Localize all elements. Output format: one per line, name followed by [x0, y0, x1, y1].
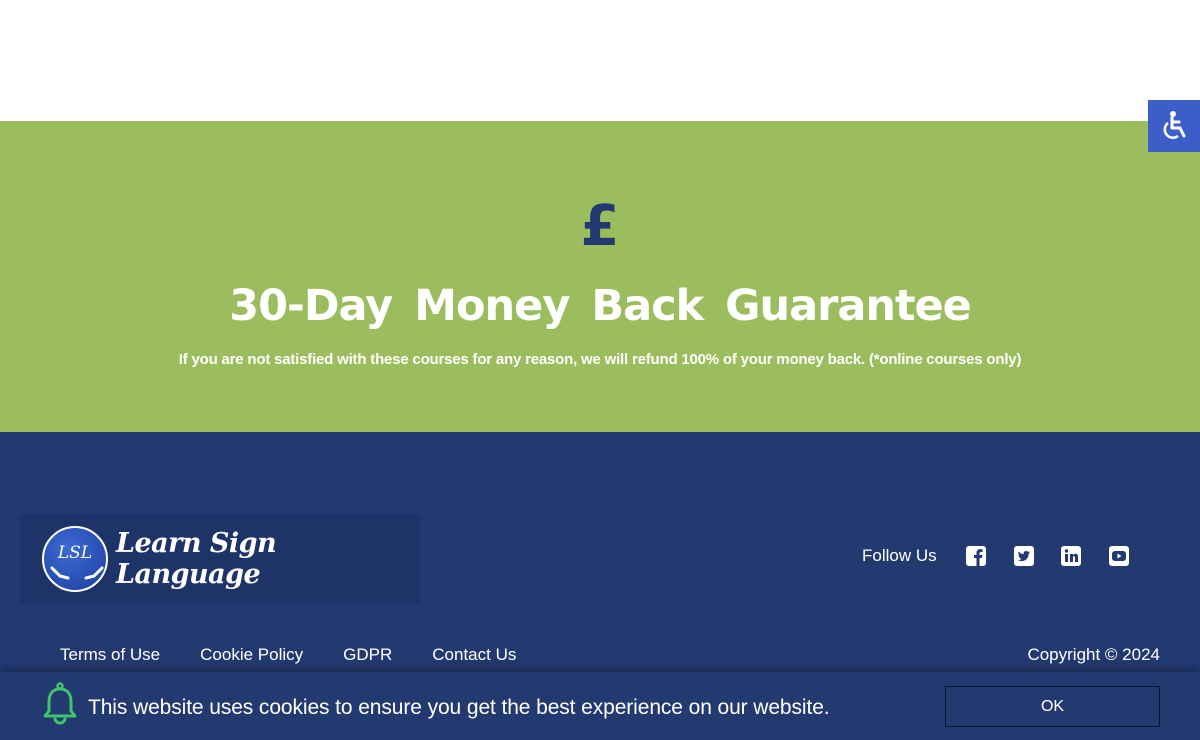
logo-badge-text: LSL [57, 543, 93, 563]
wheelchair-icon [1163, 111, 1186, 139]
copyright-text: Copyright © 2024 [1027, 645, 1160, 664]
cookie-consent-bar: This website uses cookies to ensure you … [0, 672, 1200, 740]
logo-badge: LSL [42, 526, 108, 592]
top-blank-area [0, 0, 1200, 121]
cookie-message: This website uses cookies to ensure you … [88, 696, 830, 719]
footer-links: Terms of Use Cookie Policy GDPR Contact … [60, 645, 556, 665]
contact-us-link[interactable]: Contact Us [432, 645, 516, 665]
gdpr-link[interactable]: GDPR [343, 645, 392, 665]
cookie-ok-button[interactable]: OK [945, 686, 1160, 727]
logo-name: Learn Sign Language [116, 528, 277, 590]
guarantee-title: 30-Day Money Back Guarantee [229, 281, 972, 331]
pound-sign-icon: £ [580, 194, 620, 259]
bell-icon [43, 682, 77, 725]
hands-icon [50, 566, 104, 580]
follow-us-label: Follow Us [862, 546, 937, 565]
money-back-guarantee-section: £ 30-Day Money Back Guarantee If you are… [0, 121, 1200, 432]
facebook-icon[interactable] [965, 545, 987, 567]
cookie-policy-link[interactable]: Cookie Policy [200, 645, 303, 665]
youtube-icon[interactable] [1108, 545, 1130, 567]
terms-of-use-link[interactable]: Terms of Use [60, 645, 160, 665]
linkedin-icon[interactable] [1060, 545, 1082, 567]
twitter-icon[interactable] [1013, 545, 1035, 567]
guarantee-description: If you are not satisfied with these cour… [178, 351, 1022, 368]
site-logo[interactable]: LSL Learn Sign Language [20, 514, 420, 604]
accessibility-button[interactable] [1148, 100, 1200, 152]
